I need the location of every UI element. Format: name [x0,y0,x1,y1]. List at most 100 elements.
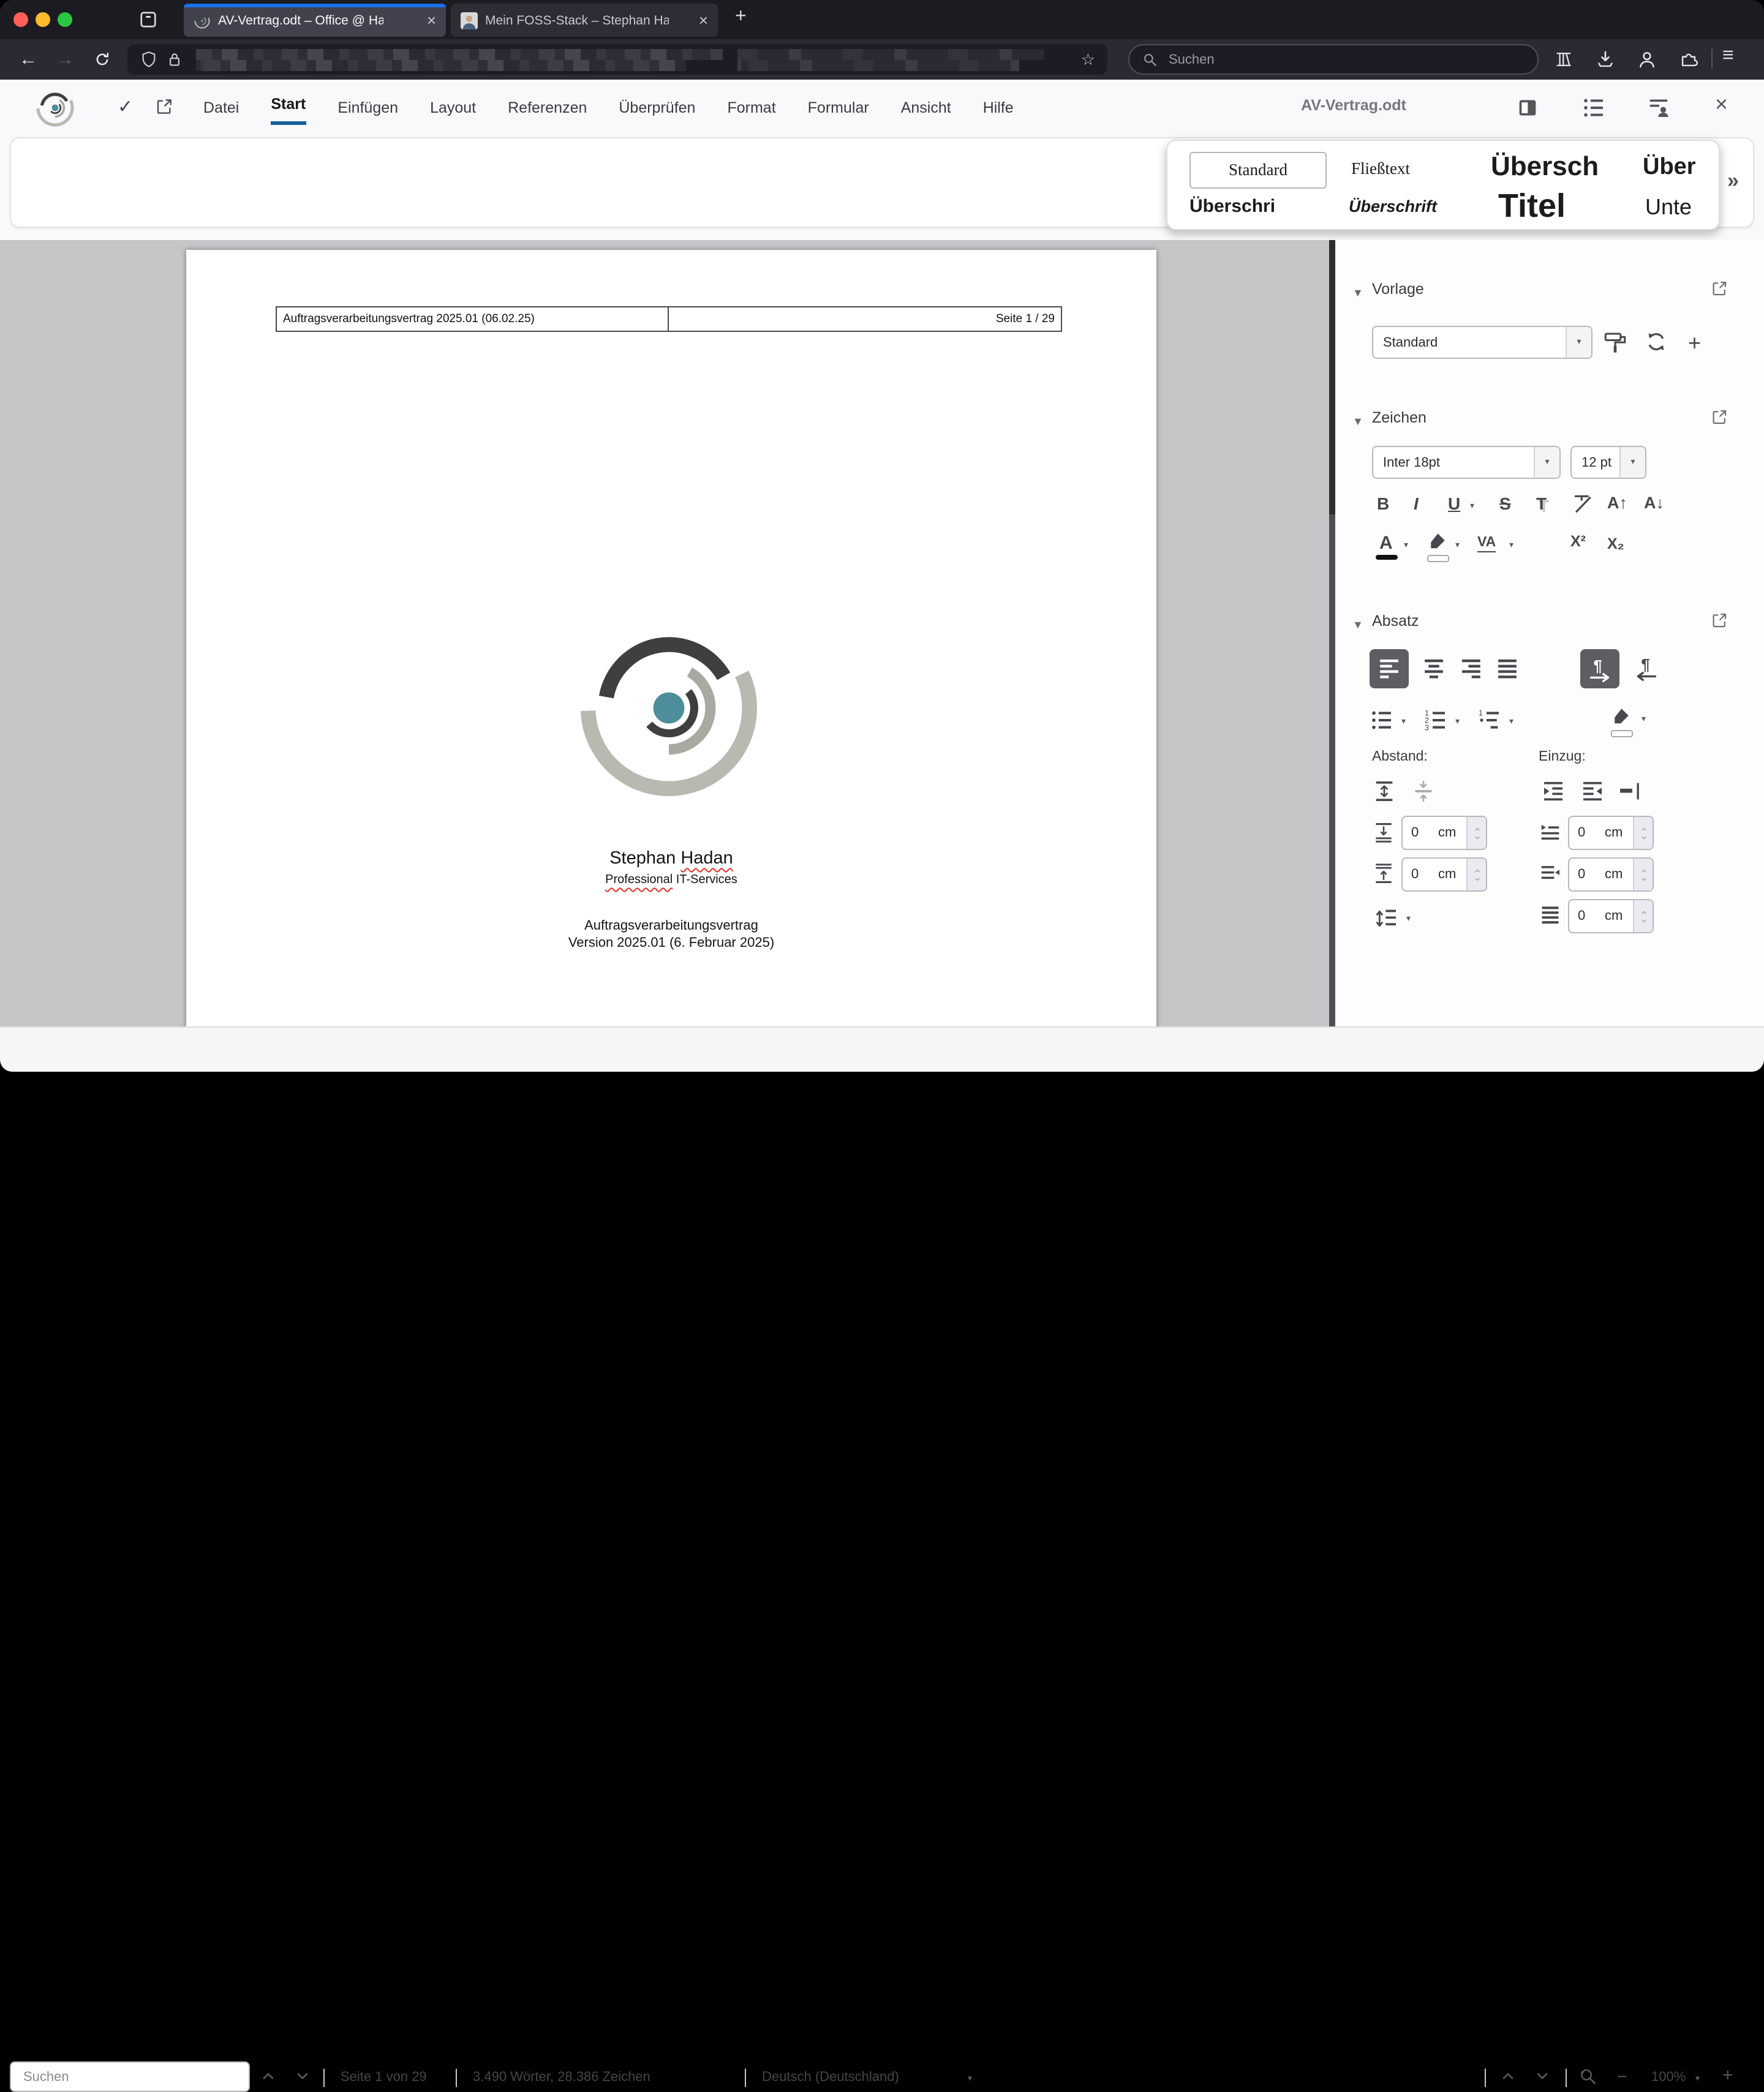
browser-search-bar[interactable] [1128,44,1539,75]
sync-style-icon[interactable] [1644,329,1668,354]
indent-after-field[interactable]: 0 cm [1568,857,1654,892]
style-standard[interactable]: Standard [1189,152,1327,189]
forward-button[interactable]: → [47,49,83,70]
sidebar-shrink-font-icon[interactable]: A↓ [1644,495,1664,511]
window-minimize-button[interactable] [36,12,50,27]
style-ueberschrift-3[interactable]: Überschrift [1349,197,1476,216]
vorlage-collapse-icon[interactable]: ▼ [1352,287,1363,299]
sidebar-para-background-icon[interactable] [1610,705,1632,728]
next-page-icon[interactable] [1534,2068,1551,2085]
menu-einfuegen[interactable]: Einfügen [337,94,398,121]
indent-before-field[interactable]: 0 cm [1568,816,1654,850]
sidebar-align-center-icon[interactable] [1421,657,1447,682]
menu-ansicht[interactable]: Ansicht [901,94,951,121]
zoom-in-icon[interactable]: + [1722,2065,1733,2086]
sidebar-underline-icon[interactable]: U [1448,495,1460,512]
extensions-puzzle-icon[interactable] [1678,49,1699,70]
style-ueberschrift-clipped[interactable]: Über [1643,154,1716,181]
sidebar-font-color-icon[interactable]: A [1379,534,1393,552]
document-scrollbar-thumb[interactable] [1329,240,1335,514]
tab-close-icon[interactable]: × [417,11,446,29]
sidebar-superscript-icon[interactable]: X² [1570,534,1586,549]
document-search-input[interactable] [21,2068,234,2085]
language-caret-icon[interactable]: ▾ [968,2075,972,2083]
menu-formular[interactable]: Formular [808,94,869,121]
header-left-cell[interactable]: Auftragsverarbeitungsvertrag 2025.01 (06… [276,306,669,332]
menu-start[interactable]: Start [271,91,306,125]
window-zoom-button[interactable] [58,12,72,27]
doc-contract-line[interactable]: Auftragsverarbeitungsvertrag [186,919,1156,933]
doc-subtitle-line[interactable]: Professional IT-Services [186,873,1156,887]
style-ueberschrift-1[interactable]: Übersch [1491,151,1621,182]
absatz-dialog-icon[interactable] [1710,611,1728,630]
header-right-cell[interactable]: Seite 1 / 29 [669,306,1062,332]
space-below-field[interactable]: 0 cm [1401,857,1487,892]
new-tab-button[interactable]: + [735,6,747,28]
status-language[interactable]: Deutsch (Deutschland) [762,2070,899,2085]
sidebar-justify-icon[interactable] [1494,657,1520,682]
einzug-increase-indent-icon[interactable] [1541,779,1566,803]
menu-datei[interactable]: Datei [203,94,239,121]
search-previous-icon[interactable] [260,2068,277,2085]
space-below-spinner[interactable] [1466,859,1486,890]
doc-name-line[interactable]: Stephan Hadan [186,849,1156,868]
tab-av-vertrag[interactable]: AV-Vertrag.odt – Office @ Hada × [184,4,446,37]
lock-icon[interactable] [165,50,184,69]
sidebar-line-spacing-icon[interactable] [1374,906,1399,931]
sidebar-numbered-caret-icon[interactable]: ▾ [1455,718,1460,726]
zoom-caret-icon[interactable]: ▾ [1695,2075,1700,2083]
einzug-decrease-indent-icon[interactable] [1580,779,1605,803]
sidebar-paragraph-rtl-icon[interactable] [1632,654,1660,682]
sidebar-bullet-list-icon[interactable] [1370,708,1394,732]
sidebar-spacing-caret-icon[interactable]: ▾ [1509,541,1513,550]
page-header-table[interactable]: Auftragsverarbeitungsvertrag 2025.01 (06… [276,306,1062,332]
zoom-out-icon[interactable]: − [1617,2066,1627,2086]
zeichen-collapse-icon[interactable]: ▼ [1352,415,1363,427]
sidebar-font-name-combo[interactable]: Inter 18pt ▾ [1372,446,1561,479]
style-ueberschrift-2[interactable]: Überschri [1189,196,1324,217]
zeichen-dialog-icon[interactable] [1710,408,1728,426]
search-input[interactable] [1166,51,1477,68]
menu-ueberpruefen[interactable]: Überprüfen [619,94,695,121]
indent-before-spinner[interactable] [1633,817,1653,849]
sidebar-toggle-icon[interactable] [1515,96,1540,120]
app-menu-hamburger-icon[interactable]: ≡ [1722,45,1734,67]
search-next-icon[interactable] [294,2068,311,2085]
document-search-box[interactable] [10,2061,250,2092]
reload-button[interactable] [83,50,120,69]
sidebar-bold-icon[interactable]: B [1377,495,1389,512]
sidebar-grow-font-icon[interactable]: A↑ [1607,495,1627,511]
sidebar-highlight-caret-icon[interactable]: ▾ [1455,541,1460,550]
sidebar-clear-formatting-icon[interactable] [1570,491,1595,516]
sidebar-underline-caret-icon[interactable]: ▾ [1470,502,1474,511]
sidebar-font-size-combo[interactable]: 12 pt ▾ [1570,446,1646,479]
menu-format[interactable]: Format [727,94,775,121]
sidebar-spacing-icon[interactable]: VA [1477,536,1496,552]
document-page[interactable]: Auftragsverarbeitungsvertrag 2025.01 (06… [186,250,1156,1026]
space-above-field[interactable]: 0 cm [1401,816,1487,850]
sidebar-shadow-icon[interactable]: T [1536,495,1547,512]
zoom-level[interactable]: 100% [1651,2070,1686,2085]
bookmark-star-icon[interactable]: ☆ [1081,50,1095,69]
sidebar-font-color-caret-icon[interactable]: ▾ [1404,541,1408,550]
sidebar-line-spacing-caret-icon[interactable]: ▾ [1406,915,1411,924]
style-fliesstext[interactable]: Fließtext [1351,159,1469,179]
tab-foss-stack[interactable]: Mein FOSS-Stack – Stephan Ha × [451,4,718,37]
sidebar-subscript-icon[interactable]: X₂ [1607,536,1624,552]
style-untertitel[interactable]: Unte [1645,195,1716,220]
library-icon[interactable] [1553,49,1574,70]
sidebar-italic-icon[interactable]: I [1414,495,1419,512]
absatz-collapse-icon[interactable]: ▼ [1352,619,1363,631]
decrease-spacing-icon[interactable] [1411,779,1436,803]
sidebar-outline-caret-icon[interactable]: ▾ [1509,718,1513,726]
menu-layout[interactable]: Layout [430,94,476,121]
downloads-icon[interactable] [1595,49,1616,70]
vorlage-dialog-icon[interactable] [1710,279,1728,298]
tab-overview-icon[interactable] [137,9,159,31]
shield-icon[interactable] [140,50,158,69]
sidebar-paragraph-ltr-icon[interactable] [1580,649,1619,688]
sidebar-align-left-icon[interactable] [1370,649,1409,688]
hanging-indent-icon[interactable] [1617,779,1642,803]
increase-spacing-icon[interactable] [1372,779,1396,803]
zoom-reset-icon[interactable] [1578,2066,1597,2086]
